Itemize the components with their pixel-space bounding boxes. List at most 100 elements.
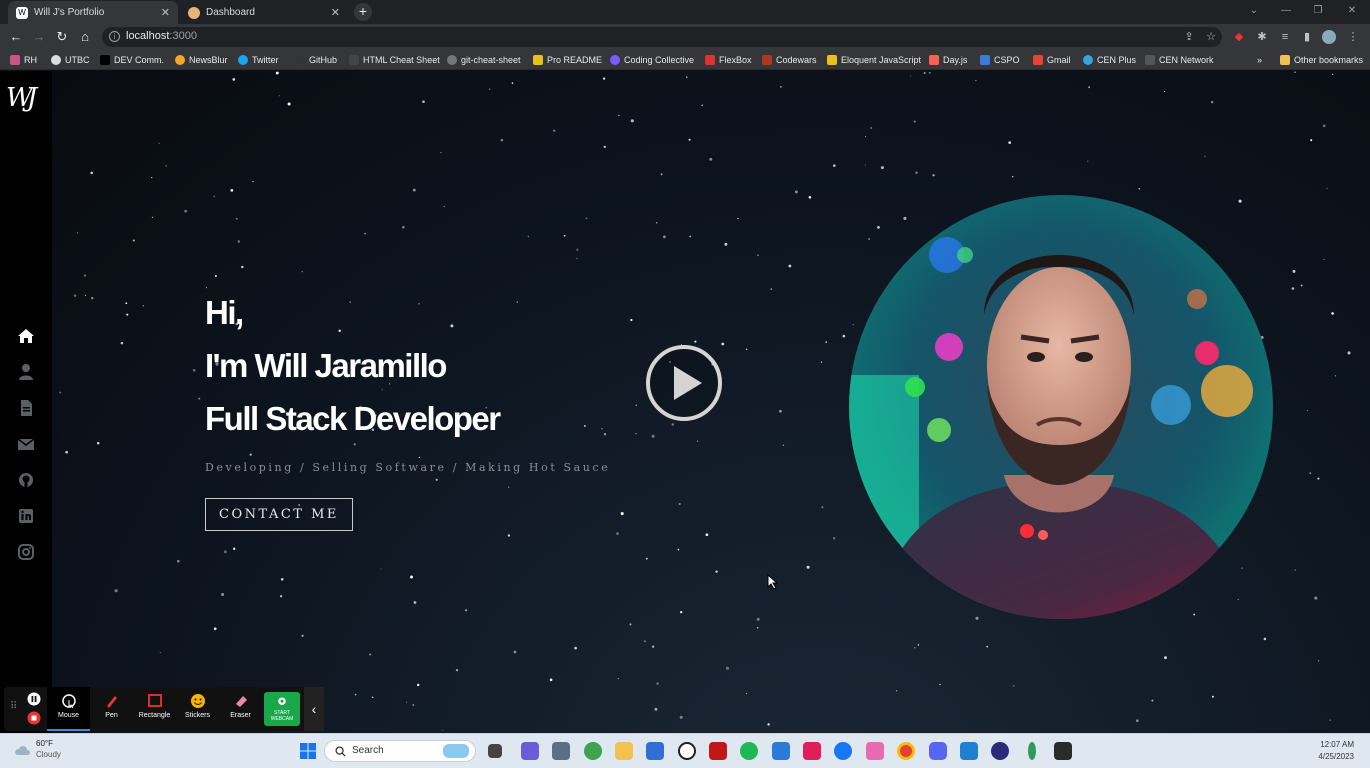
- tool-mouse[interactable]: Mouse: [47, 687, 90, 731]
- star: [59, 391, 62, 394]
- bookmark-cspo[interactable]: CSPO: [980, 53, 1020, 67]
- close-tab-icon[interactable]: ✕: [161, 6, 170, 19]
- pause-recording-icon[interactable]: [27, 692, 41, 706]
- stop-recording-icon[interactable]: [27, 711, 41, 725]
- github-icon[interactable]: [16, 470, 36, 490]
- star: [975, 79, 977, 82]
- notes-icon[interactable]: [772, 742, 790, 760]
- bookmark-twitter[interactable]: Twitter: [238, 53, 279, 67]
- star: [413, 601, 417, 604]
- menu-kebab-icon[interactable]: ⋮: [1346, 30, 1360, 44]
- close-tab-icon[interactable]: ✕: [331, 6, 340, 19]
- screen-recorder-toolbar: ⠿ Mouse Pen Rectangle Stickers Eraser ST…: [4, 687, 324, 731]
- star: [877, 226, 880, 229]
- star: [932, 174, 935, 177]
- home-icon[interactable]: [16, 326, 36, 346]
- calculator-icon[interactable]: [552, 742, 570, 760]
- store-icon[interactable]: [646, 742, 664, 760]
- forward-button[interactable]: →: [30, 28, 48, 46]
- video-play-icon[interactable]: [645, 344, 723, 422]
- system-clock[interactable]: 12:07 AM 4/25/2023: [1318, 739, 1354, 763]
- address-bar[interactable]: i localhost:3000 ⇪ ☆: [102, 27, 1222, 47]
- linkedin-icon[interactable]: [16, 506, 36, 526]
- star: [279, 595, 283, 598]
- home-button[interactable]: ⌂: [76, 28, 94, 46]
- share-icon[interactable]: ⇪: [1182, 30, 1196, 44]
- site-logo[interactable]: WJ: [6, 83, 37, 113]
- bookmark-codewars[interactable]: Codewars: [762, 53, 817, 67]
- tool-stickers[interactable]: Stickers: [176, 687, 219, 731]
- bookmark-git-cheat-sheet[interactable]: git-cheat-sheet: [447, 53, 521, 67]
- reading-list-icon[interactable]: ≡: [1278, 30, 1292, 44]
- document-icon[interactable]: [16, 398, 36, 418]
- tab-portfolio[interactable]: W Will J's Portfolio ✕: [8, 1, 178, 24]
- bookmark-dayjs[interactable]: Day.js: [929, 53, 967, 67]
- side-panel-icon[interactable]: ▮: [1300, 30, 1314, 44]
- photos-icon[interactable]: [866, 742, 884, 760]
- bookmark-eloquent-js[interactable]: Eloquent JavaScript: [827, 53, 921, 67]
- bookmark-coding-collective[interactable]: Coding Collective: [610, 53, 694, 67]
- close-window-button[interactable]: ✕: [1336, 0, 1368, 22]
- tab-search-icon[interactable]: ⌄: [1238, 0, 1270, 22]
- bookmark-newsblur[interactable]: NewsBlur: [175, 53, 228, 67]
- tool-pen[interactable]: Pen: [90, 687, 133, 731]
- bookmark-html-cheat-sheet[interactable]: HTML Cheat Sheet: [349, 53, 440, 67]
- bookmark-rh[interactable]: RH: [10, 53, 37, 67]
- other-bookmarks[interactable]: Other bookmarks: [1280, 53, 1363, 67]
- back-button[interactable]: ←: [7, 28, 25, 46]
- bookmark-dev[interactable]: DEV Comm.: [100, 53, 164, 67]
- start-webcam-button[interactable]: START WEBCAM: [264, 692, 300, 726]
- star: [655, 222, 658, 224]
- mongodb-icon[interactable]: [1028, 742, 1036, 760]
- chat-icon[interactable]: [521, 742, 539, 760]
- windows-start-icon[interactable]: [299, 742, 317, 760]
- maximize-button[interactable]: ❐: [1302, 0, 1334, 22]
- bookmark-gmail[interactable]: Gmail: [1033, 53, 1071, 67]
- site-info-icon[interactable]: i: [109, 31, 120, 42]
- minimize-button[interactable]: —: [1270, 0, 1302, 22]
- puzzle-extensions-icon[interactable]: ✱: [1255, 30, 1269, 44]
- tab-dashboard[interactable]: Dashboard ✕: [180, 1, 348, 24]
- bookmark-cen-plus[interactable]: CEN Plus: [1083, 53, 1136, 67]
- star: [779, 409, 782, 413]
- task-view-icon[interactable]: [488, 744, 502, 758]
- globe-app-icon[interactable]: [584, 742, 602, 760]
- user-icon[interactable]: [16, 362, 36, 382]
- instagram-icon[interactable]: [16, 542, 36, 562]
- terminal-icon[interactable]: [1054, 742, 1072, 760]
- bookmark-github[interactable]: GitHub: [295, 53, 337, 67]
- discord-icon[interactable]: [929, 742, 947, 760]
- bookmark-cen-network[interactable]: CEN Network: [1145, 53, 1214, 67]
- collapse-toolbar-icon[interactable]: ‹: [304, 687, 324, 731]
- tool-rectangle[interactable]: Rectangle: [133, 687, 176, 731]
- spotify-icon[interactable]: [740, 742, 758, 760]
- bookmark-utbc[interactable]: UTBC: [51, 53, 90, 67]
- bookmark-pro-readme[interactable]: Pro README: [533, 53, 602, 67]
- file-explorer-icon[interactable]: [615, 742, 633, 760]
- bookmark-star-icon[interactable]: ☆: [1204, 30, 1218, 44]
- star: [275, 71, 279, 75]
- drag-handle-icon[interactable]: ⠿: [10, 701, 17, 712]
- mcafee-icon[interactable]: [709, 742, 727, 760]
- taskbar-search[interactable]: Search: [324, 740, 476, 762]
- more-bookmarks-button[interactable]: »: [1257, 53, 1262, 67]
- bookmark-flexbox[interactable]: FlexBox: [705, 53, 752, 67]
- contact-me-button[interactable]: CONTACT ME: [205, 498, 353, 531]
- star: [677, 548, 680, 551]
- extension-icon[interactable]: ◆: [1232, 30, 1246, 44]
- mail-icon[interactable]: [16, 434, 36, 454]
- vscode-icon[interactable]: [960, 742, 978, 760]
- star: [417, 683, 420, 687]
- star: [455, 668, 459, 672]
- dell-icon[interactable]: [678, 742, 696, 760]
- tool-eraser[interactable]: Eraser: [219, 687, 262, 731]
- edge-dev-icon[interactable]: [991, 742, 1009, 760]
- profile-avatar-icon[interactable]: [1322, 30, 1336, 44]
- reload-button[interactable]: ↻: [53, 28, 71, 46]
- new-tab-button[interactable]: +: [354, 3, 372, 21]
- slack-icon[interactable]: [803, 742, 821, 760]
- rectangle-tool-icon: [147, 694, 162, 707]
- star: [1008, 141, 1012, 144]
- chrome-icon[interactable]: [897, 742, 915, 760]
- messenger-icon[interactable]: [834, 742, 852, 760]
